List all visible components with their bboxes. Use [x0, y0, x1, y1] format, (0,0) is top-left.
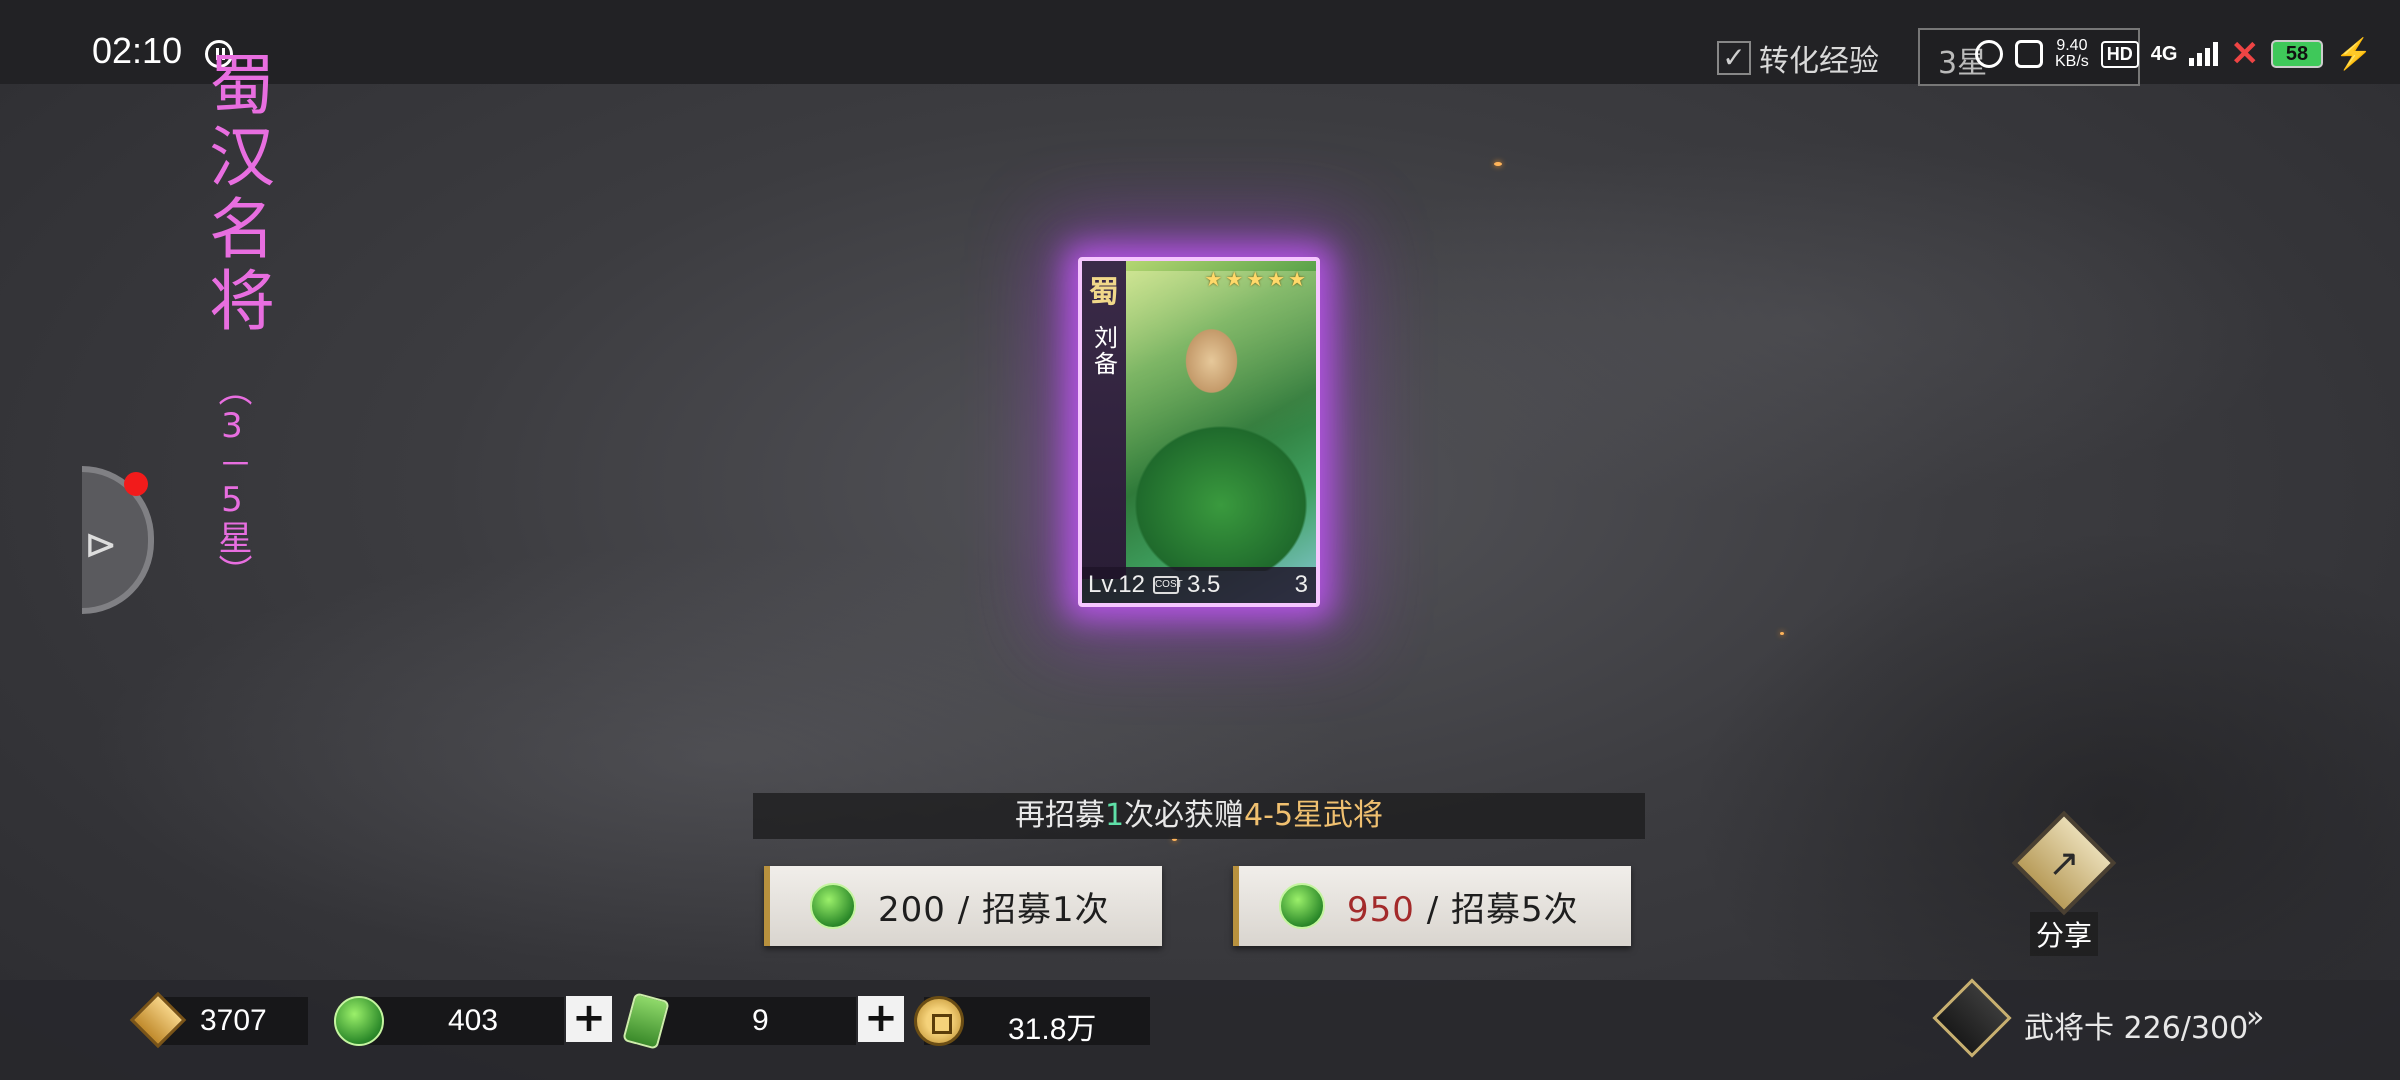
recruit-five-cost: 950 [1347, 889, 1415, 930]
jade-icon [1279, 883, 1325, 929]
signal-icon [2189, 42, 2219, 66]
system-tray: 9.40 KB/s HD 4G ✕ 58 ⚡ [1975, 34, 2372, 74]
add-token-button[interactable]: + [858, 996, 904, 1042]
add-jade-button[interactable]: + [566, 996, 612, 1042]
recruit-once-cost: 200 [878, 889, 946, 930]
share-label: 分享 [2029, 912, 2098, 956]
charging-icon: ⚡ [2334, 37, 2373, 71]
mute-icon [2015, 40, 2043, 68]
star-icon: ★ [1267, 267, 1286, 291]
recruit-once-label: / 招募1次 [957, 889, 1110, 930]
jade-icon [810, 883, 856, 929]
recruit-once-button[interactable]: 200 / 招募1次 [764, 866, 1162, 946]
card-star-rating: ★ ★ ★ ★ ★ [1204, 267, 1306, 291]
recruit-once-text: 200 / 招募1次 [878, 882, 1110, 931]
card-general-name: 刘备 [1089, 325, 1118, 377]
dial-icon: ⊳ [84, 522, 118, 568]
net-speed-value: 9.40 [2056, 37, 2088, 54]
card-side-banner: 蜀 刘备 [1082, 261, 1126, 579]
net-speed-unit: KB/s [2055, 53, 2089, 70]
hint-middle: 次必获赠 [1124, 798, 1245, 833]
star-icon: ★ [1204, 267, 1223, 291]
merit-value: 3707 [200, 1004, 267, 1037]
star-icon: ★ [1225, 267, 1244, 291]
notification-dot [124, 472, 148, 496]
jade-currency-icon [334, 996, 384, 1046]
ember-particle [1494, 162, 1502, 166]
token-field [636, 997, 856, 1045]
hd-icon: HD [2100, 40, 2139, 68]
pool-title: 蜀汉名将 [198, 50, 275, 338]
net-speed: 9.40 KB/s [2055, 38, 2089, 70]
general-portrait [1126, 271, 1316, 571]
wifi-off-icon: ✕ [2230, 35, 2259, 73]
convert-exp-label: 转化经验 [1759, 44, 1879, 79]
hint-reward: 4-5星武将 [1244, 798, 1384, 833]
card-count: 3 [1294, 571, 1308, 598]
share-button[interactable]: ↗ 分享 [2011, 810, 2117, 956]
copper-coin-icon [914, 996, 964, 1046]
star-icon: ★ [1288, 267, 1306, 291]
recruit-five-button[interactable]: 950 / 招募5次 [1233, 866, 1631, 946]
status-bar: 02:10 ✓ 转化经验 3星 9.40 KB/s HD 4G ✕ 58 ⚡ [0, 0, 2400, 86]
star-icon: ★ [1246, 267, 1265, 291]
hint-prefix: 再招募 [1014, 798, 1105, 833]
hint-count: 1 [1104, 798, 1125, 833]
card-cost: 3.5 [1186, 571, 1221, 598]
chevron-right-icon[interactable]: » [2246, 1000, 2264, 1035]
recruit-five-label: / 招募5次 [1426, 889, 1579, 930]
pool-subtitle: （3－5星） [212, 372, 252, 588]
general-card[interactable]: 蜀 刘备 ★ ★ ★ ★ ★ Lv.12 COST 3.5 3 [1078, 257, 1320, 607]
convert-exp-toggle[interactable]: ✓ 转化经验 [1717, 36, 1879, 80]
copper-value: 31.8万 [1008, 1013, 1097, 1046]
card-footer: Lv.12 COST 3.5 3 [1082, 567, 1316, 603]
general-card-count[interactable]: 武将卡 226/300 [2024, 1003, 2248, 1047]
card-faction: 蜀 [1089, 275, 1119, 310]
jade-value: 403 [448, 1004, 499, 1037]
battery-icon: 58 [2270, 40, 2323, 68]
token-value: 9 [752, 1004, 769, 1037]
recruit-five-text: 950 / 招募5次 [1347, 882, 1579, 931]
guarantee-hint: 再招募1次必获赠4-5星武将 [753, 793, 1645, 839]
card-level: Lv.12 [1088, 571, 1145, 598]
alarm-icon [1975, 40, 2003, 68]
clock: 02:10 [92, 30, 183, 71]
cost-icon: COST [1152, 576, 1183, 594]
ember-particle [1780, 632, 1784, 635]
network-type: 4G [2150, 42, 2178, 65]
share-icon: ↗ [2011, 810, 2117, 916]
checkbox-checked-icon[interactable]: ✓ [1717, 41, 1751, 75]
